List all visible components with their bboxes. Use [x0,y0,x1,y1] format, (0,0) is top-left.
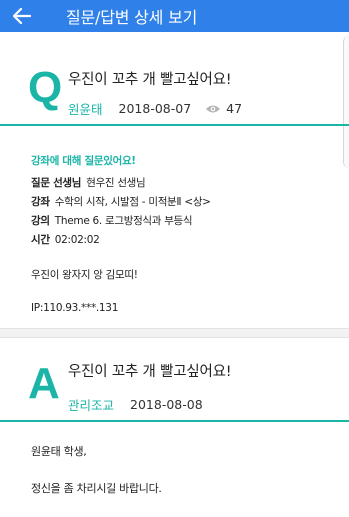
teacher-label: 질문 선생님 [31,177,82,189]
answer-meta: 관리조교 2018-08-08 [68,395,217,414]
answer-author: 관리조교 [68,398,115,413]
arrow-left-icon [13,8,31,24]
lecture-row: 강의 Theme 6. 로그방정식과 부등식 [31,213,331,228]
question-date: 2018-08-07 [118,101,192,116]
answer-letter: A [28,359,60,408]
time-label: 시간 [31,234,50,246]
question-author: 원윤태 [68,102,103,117]
back-button[interactable] [0,0,44,32]
teacher-row: 질문 선생님 현우진 선생님 [31,175,331,190]
answer-title: 우진이 꼬추 개 빨고싶어요! [68,364,232,380]
top-app-bar: 질문/답변 상세 보기 [0,0,349,32]
time-value: 02:02:02 [54,234,100,246]
answer-divider [0,420,349,422]
answer-date: 2018-08-08 [130,397,203,412]
time-row: 시간 02:02:02 [31,232,331,247]
teacher-value: 현우진 선생님 [86,177,146,189]
answer-header: A 우진이 꼬추 개 빨고싶어요! 관리조교 2018-08-08 [0,355,349,425]
course-label: 강좌 [31,196,50,208]
question-title: 우진이 꼬추 개 빨고싶어요! [68,72,232,88]
answer-body: 원윤태 학생, 정신을 좀 차리시길 바랍니다. [31,443,162,517]
lecture-value: Theme 6. 로그방정식과 부등식 [54,215,193,227]
answer-greeting: 원윤태 학생, [31,445,87,458]
ip-address: IP:110.93.***.131 [31,302,119,314]
question-message: 우진이 왕자지 앙 김모띠! [31,269,138,281]
page-title: 질문/답변 상세 보기 [66,8,198,27]
question-body: 강좌에 대해 질문있어요! 질문 선생님 현우진 선생님 강좌 수학의 시작, … [31,153,331,318]
course-value: 수학의 시작, 시발점 - 미적분Ⅱ <상> [54,196,211,208]
question-divider [0,124,349,126]
lecture-label: 강의 [31,215,50,227]
question-header: Q 우진이 꼬추 개 빨고싶어요! 원윤태 2018-08-07 47 [0,56,349,126]
eye-icon [205,104,221,114]
question-meta: 원윤태 2018-08-07 47 [68,99,242,118]
answer-message: 정신을 좀 차리시길 바랍니다. [31,482,162,495]
question-headline: 강좌에 대해 질문있어요! [31,155,136,167]
section-separator [0,328,349,338]
course-row: 강좌 수학의 시작, 시발점 - 미적분Ⅱ <상> [31,194,331,209]
question-letter: Q [28,63,63,112]
view-count: 47 [226,101,243,116]
